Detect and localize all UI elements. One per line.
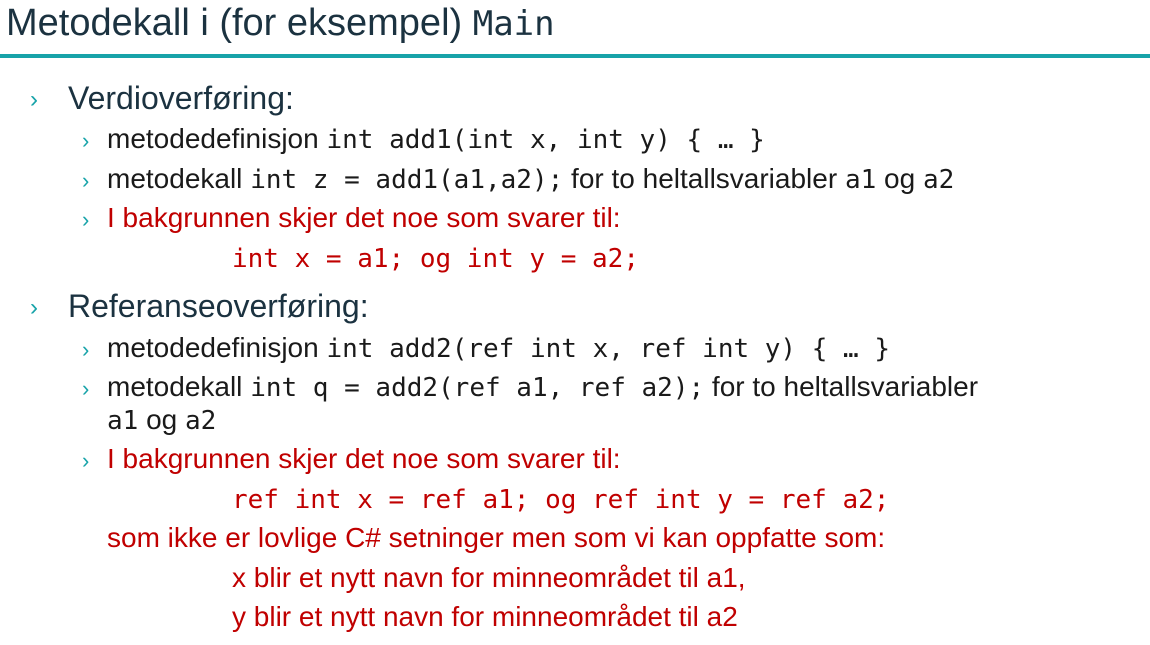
item-lead: metodekall xyxy=(107,371,251,402)
code-equivalent-2: ref int x = ref a1; og ref int y = ref a… xyxy=(232,483,889,515)
section-bullet-2: › xyxy=(30,294,38,321)
item-tail: og xyxy=(138,404,186,435)
item-lead: metodekall xyxy=(107,163,251,194)
section-heading-verdi: Verdioverføring: xyxy=(68,80,294,116)
list-item-definition-2: metodedefinisjon int add2(ref int x, ref… xyxy=(107,332,890,364)
code-equivalent-1: int x = a1; og int y = a2; xyxy=(232,242,639,274)
section-bullet-1: › xyxy=(30,86,38,113)
section-heading-referanse: Referanseoverføring: xyxy=(68,288,369,324)
item-tail: og xyxy=(876,163,923,194)
code-line: ref int x = ref a1; og ref int y = ref a… xyxy=(232,485,890,515)
item-lead: metodedefinisjon xyxy=(107,332,327,363)
code-line: int x = a1; og int y = a2; xyxy=(232,244,639,274)
list-item-background-2: I bakgrunnen skjer det noe som svarer ti… xyxy=(107,443,621,474)
explanation-x: x blir et nytt navn for minneområdet til… xyxy=(232,562,746,593)
item-bullet: › xyxy=(82,337,90,362)
item-code: int add2(ref int x, ref int y) { … } xyxy=(326,334,891,364)
item-bullet: › xyxy=(82,448,90,473)
item-code: int add1(int x, int y) { … } xyxy=(326,125,765,155)
item-bullet: › xyxy=(82,128,90,153)
item-code-var: a2 xyxy=(922,165,955,195)
list-item-call-2-continued: a1 og a2 xyxy=(107,404,216,436)
page-title: Metodekall i (for eksempel) Main xyxy=(6,0,555,48)
item-tail: for to heltallsvariabler xyxy=(704,371,979,402)
item-lead: metodedefinisjon xyxy=(107,123,327,154)
title-text: Metodekall i (for eksempel) xyxy=(6,2,473,44)
item-code-var: a2 xyxy=(185,406,217,436)
list-item-call-1: metodekall int z = add1(a1,a2); for to h… xyxy=(107,163,954,195)
list-item-definition-1: metodedefinisjon int add1(int x, int y) … xyxy=(107,123,765,155)
item-code-var: a1 xyxy=(107,406,139,436)
note-not-legal: som ikke er lovlige C# setninger men som… xyxy=(107,522,886,553)
item-code: int z = add1(a1,a2); xyxy=(250,165,564,195)
list-item-call-2: metodekall int q = add2(ref a1, ref a2);… xyxy=(107,371,978,403)
item-code: int q = add2(ref a1, ref a2); xyxy=(250,373,705,403)
item-tail: for to heltallsvariabler xyxy=(563,163,845,194)
title-underline xyxy=(0,54,1150,58)
item-bullet: › xyxy=(82,168,90,193)
list-item-background-1: I bakgrunnen skjer det noe som svarer ti… xyxy=(107,202,621,233)
item-bullet: › xyxy=(82,376,90,401)
item-bullet: › xyxy=(82,207,90,232)
item-code-var: a1 xyxy=(844,165,877,195)
title-code: Main xyxy=(472,4,555,44)
explanation-y: y blir et nytt navn for minneområdet til… xyxy=(232,601,738,632)
